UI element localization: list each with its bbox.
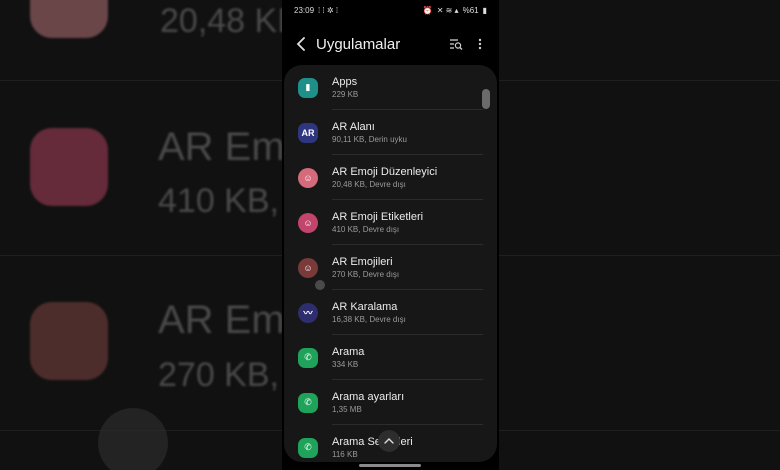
app-name: Arama ayarları (332, 391, 405, 403)
bg-scroll-button (98, 408, 168, 470)
bg-avatar-editor (30, 0, 108, 38)
signal-icons: ✕ ≋ ▴ (436, 5, 459, 15)
scrollbar-thumb[interactable] (482, 89, 490, 109)
app-name: AR Emojileri (332, 256, 393, 268)
page-title: Uygulamalar (316, 35, 401, 53)
bg-size-text: 410 KB, (158, 182, 279, 220)
ar-emoji-stickers-icon: ☺ (298, 212, 318, 233)
notification-icons: ⁞ ⁞ ✲ ⁞ (318, 5, 339, 15)
app-size: 16,38 KB, Devre dışı (332, 315, 406, 324)
app-name: AR Emoji Etiketleri (332, 211, 424, 223)
call-settings-icon: ✆ (298, 392, 318, 413)
app-bar: Uygulamalar (282, 28, 499, 60)
app-size: 90,11 KB, Derin uyku (332, 135, 408, 144)
list-item[interactable]: ☺ AR Emoji Etiketleri 410 KB, Devre dışı (284, 200, 497, 245)
more-options-icon[interactable] (471, 35, 489, 53)
app-size: 229 KB (332, 90, 359, 99)
apps-icon: ▮ (298, 77, 318, 98)
app-size: 410 KB, Devre dışı (332, 225, 400, 234)
bg-size-text: 270 KB, (158, 356, 279, 394)
app-name: AR Emoji Düzenleyici (332, 166, 438, 178)
list-item[interactable]: 〰 AR Karalama 16,38 KB, Devre dışı (284, 290, 497, 335)
phone-icon: ✆ (298, 347, 318, 368)
list-item[interactable]: AR AR Alanı 90,11 KB, Derin uyku (284, 110, 497, 155)
bg-avatar-stickers (30, 128, 108, 206)
list-item[interactable]: ▮ Apps 229 KB (284, 65, 497, 110)
app-name: Apps (332, 76, 358, 88)
gesture-nav-bar[interactable] (359, 464, 421, 467)
phone-screen: 23:09 ⁞ ⁞ ✲ ⁞ ⏰ ✕ ≋ ▴ %61 ▮ Uygulamalar (282, 0, 499, 470)
status-bar: 23:09 ⁞ ⁞ ✲ ⁞ ⏰ ✕ ≋ ▴ %61 ▮ (282, 0, 499, 20)
app-size: 1,35 MB (332, 405, 362, 414)
call-services-icon: ✆ (298, 437, 318, 458)
alarm-icon: ⏰ (422, 5, 433, 15)
app-list[interactable]: ▮ Apps 229 KB AR AR Alanı 90,11 KB, Deri… (284, 65, 497, 462)
app-size: 334 KB (332, 360, 359, 369)
app-size: 116 KB (332, 450, 358, 459)
filter-search-icon[interactable] (447, 35, 465, 53)
list-item[interactable]: ✆ Arama 334 KB (284, 335, 497, 380)
back-arrow-icon[interactable] (292, 35, 310, 53)
bg-name-text: AR Em (158, 298, 285, 342)
app-name: Arama (332, 346, 365, 358)
list-item[interactable]: ☺ AR Emoji Düzenleyici 20,48 KB, Devre d… (284, 155, 497, 200)
touch-indicator (315, 280, 325, 290)
battery-level: %61 (462, 5, 479, 15)
chevron-up-icon (384, 438, 394, 444)
bg-size-text: 20,48 KB (160, 2, 300, 40)
ar-emojis-icon: ☺ (298, 257, 318, 278)
bg-avatar-emojis (30, 302, 108, 380)
app-name: AR Alanı (332, 121, 375, 133)
app-name: Arama Servisleri (332, 436, 413, 448)
app-name: AR Karalama (332, 301, 398, 313)
app-size: 20,48 KB, Devre dışı (332, 180, 406, 189)
ar-doodle-icon: 〰 (298, 302, 318, 323)
ar-zone-icon: AR (298, 122, 318, 143)
scroll-to-top-button[interactable] (378, 430, 400, 452)
battery-icon: ▮ (482, 5, 487, 15)
status-time: 23:09 (294, 5, 315, 15)
app-size: 270 KB, Devre dışı (332, 270, 400, 279)
ar-emoji-editor-icon: ☺ (298, 167, 318, 188)
list-item[interactable]: ✆ Arama ayarları 1,35 MB (284, 380, 497, 425)
